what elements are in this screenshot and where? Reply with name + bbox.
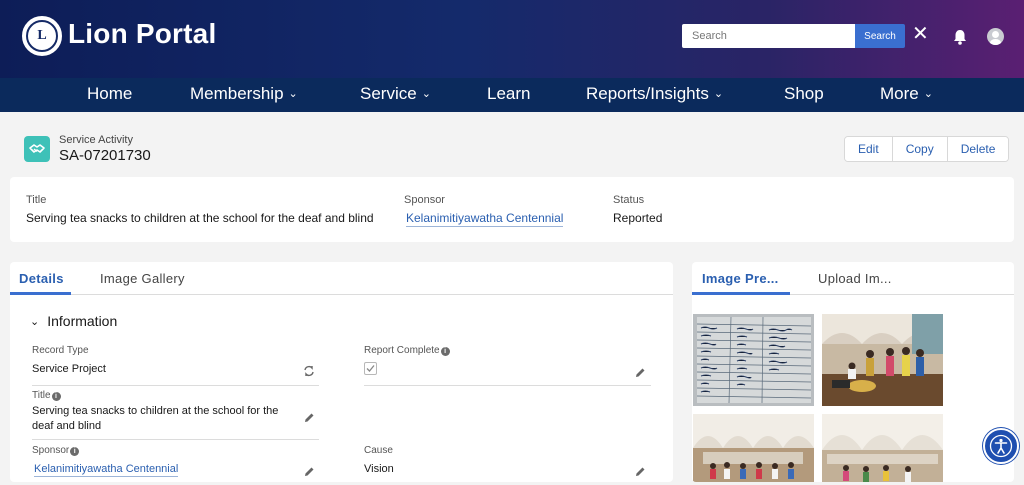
chevron-down-icon: ⌄ (421, 88, 431, 100)
details-card: Details Image Gallery ⌄ Information Recor… (10, 262, 673, 482)
search-button[interactable]: Search (855, 24, 905, 48)
highlight-title-value: Serving tea snacks to children at the sc… (26, 211, 374, 225)
tab-details[interactable]: Details (19, 271, 64, 286)
nav-item-shop[interactable]: Shop (784, 84, 824, 104)
info-icon[interactable]: i (70, 447, 80, 456)
section-title: Information (47, 313, 118, 329)
field-record-type: Record Type Service Project (32, 345, 319, 386)
chevron-down-icon: ⌄ (30, 316, 40, 328)
record-header: Service Activity SA-07201730 Edit Copy D… (10, 122, 1014, 174)
top-header: L Lion Portal Search ✕ (0, 0, 1024, 78)
tab-image-preview[interactable]: Image Pre... (702, 271, 779, 286)
brand-title[interactable]: Lion Portal (68, 18, 216, 50)
nav-label: Reports/Insights (586, 84, 709, 103)
image-thumbnail[interactable] (822, 314, 943, 406)
checkmark-icon (366, 365, 375, 372)
field-label: Report Complete (364, 345, 440, 356)
nav-item-home[interactable]: Home (87, 84, 132, 104)
pencil-icon[interactable] (303, 466, 315, 478)
report-complete-checkbox (364, 362, 377, 375)
highlight-title: Title Serving tea snacks to children at … (26, 194, 374, 225)
highlight-title-label: Title (26, 194, 47, 206)
field-label: Title (32, 390, 51, 401)
chevron-down-icon: ⌄ (923, 88, 933, 100)
detail-tabs: Details Image Gallery (10, 262, 673, 295)
highlight-status: Status Reported (613, 194, 662, 225)
nav-label: Learn (487, 84, 531, 103)
sponsor-field-link[interactable]: Kelanimitiyawatha Centennial (34, 463, 179, 477)
image-thumbnail[interactable] (693, 314, 814, 406)
nav-label: Shop (784, 84, 824, 103)
highlights-panel: Title Serving tea snacks to children at … (10, 177, 1014, 242)
sponsor-link[interactable]: Kelanimitiyawatha Centennial (406, 211, 564, 227)
accessibility-button[interactable] (983, 428, 1019, 464)
field-value: Serving tea snacks to children at the sc… (32, 405, 279, 432)
field-title: Title i Serving tea snacks to children at… (32, 390, 319, 440)
record-actions: Edit Copy Delete (844, 136, 1010, 162)
image-preview-card: Image Pre... Upload Im... (692, 262, 1014, 482)
pencil-icon[interactable] (303, 412, 315, 424)
field-cause: Cause Vision (364, 445, 651, 485)
pencil-icon[interactable] (634, 367, 646, 379)
bell-icon[interactable] (951, 28, 969, 46)
nav-label: Home (87, 84, 133, 103)
nav-label: Membership (190, 84, 284, 103)
record-type-label: Service Activity (59, 134, 133, 146)
tab-upload-image[interactable]: Upload Im... (818, 271, 892, 286)
close-icon[interactable]: ✕ (912, 24, 929, 44)
info-icon[interactable]: i (51, 392, 61, 401)
pencil-icon[interactable] (634, 466, 646, 478)
field-value: Vision (364, 463, 394, 475)
nav-item-more[interactable]: More ⌄ (880, 84, 933, 104)
nav-item-service[interactable]: Service ⌄ (360, 84, 431, 104)
highlight-sponsor-label: Sponsor (404, 194, 445, 206)
record-name: SA-07201730 (59, 147, 151, 164)
service-activity-icon (24, 136, 50, 162)
change-record-type-icon[interactable] (303, 365, 315, 377)
field-report-complete: Report Complete i (364, 345, 651, 386)
field-sponsor: Sponsor i Kelanimitiyawatha Centennial (32, 445, 319, 485)
chevron-down-icon: ⌄ (713, 88, 724, 100)
chevron-down-icon: ⌄ (288, 88, 298, 100)
status-value: Reported (613, 211, 663, 225)
nav-item-learn[interactable]: Learn (487, 84, 530, 104)
image-tabs: Image Pre... Upload Im... (692, 262, 1014, 295)
highlight-sponsor: Sponsor Kelanimitiyawatha Centennial (404, 194, 564, 227)
nav-label: More (880, 84, 919, 103)
copy-button[interactable]: Copy (892, 137, 948, 161)
nav-label: Service (360, 84, 417, 103)
delete-button[interactable]: Delete (947, 137, 1009, 161)
nav-item-membership[interactable]: Membership ⌄ (190, 84, 298, 104)
field-label: Record Type (32, 345, 89, 356)
user-avatar[interactable] (987, 28, 1004, 45)
main-nav: Home Membership ⌄ Service ⌄ Learn Reports/… (0, 78, 1024, 112)
search-input[interactable] (682, 24, 856, 48)
lions-emblem-icon: L (26, 20, 58, 52)
field-label: Cause (364, 445, 393, 456)
active-tab-indicator (692, 292, 790, 295)
field-label: Sponsor (32, 445, 70, 456)
edit-button[interactable]: Edit (845, 137, 893, 161)
nav-item-reports[interactable]: Reports/Insights ⌄ (586, 84, 723, 104)
tab-image-gallery[interactable]: Image Gallery (100, 271, 185, 286)
information-section-toggle[interactable]: ⌄ Information (30, 313, 117, 329)
active-tab-indicator (10, 292, 71, 295)
field-value: Service Project (32, 363, 106, 375)
highlight-status-label: Status (613, 194, 645, 206)
info-icon[interactable]: i (440, 347, 450, 356)
accessibility-icon (989, 434, 1013, 458)
lions-logo[interactable]: L (22, 16, 62, 56)
